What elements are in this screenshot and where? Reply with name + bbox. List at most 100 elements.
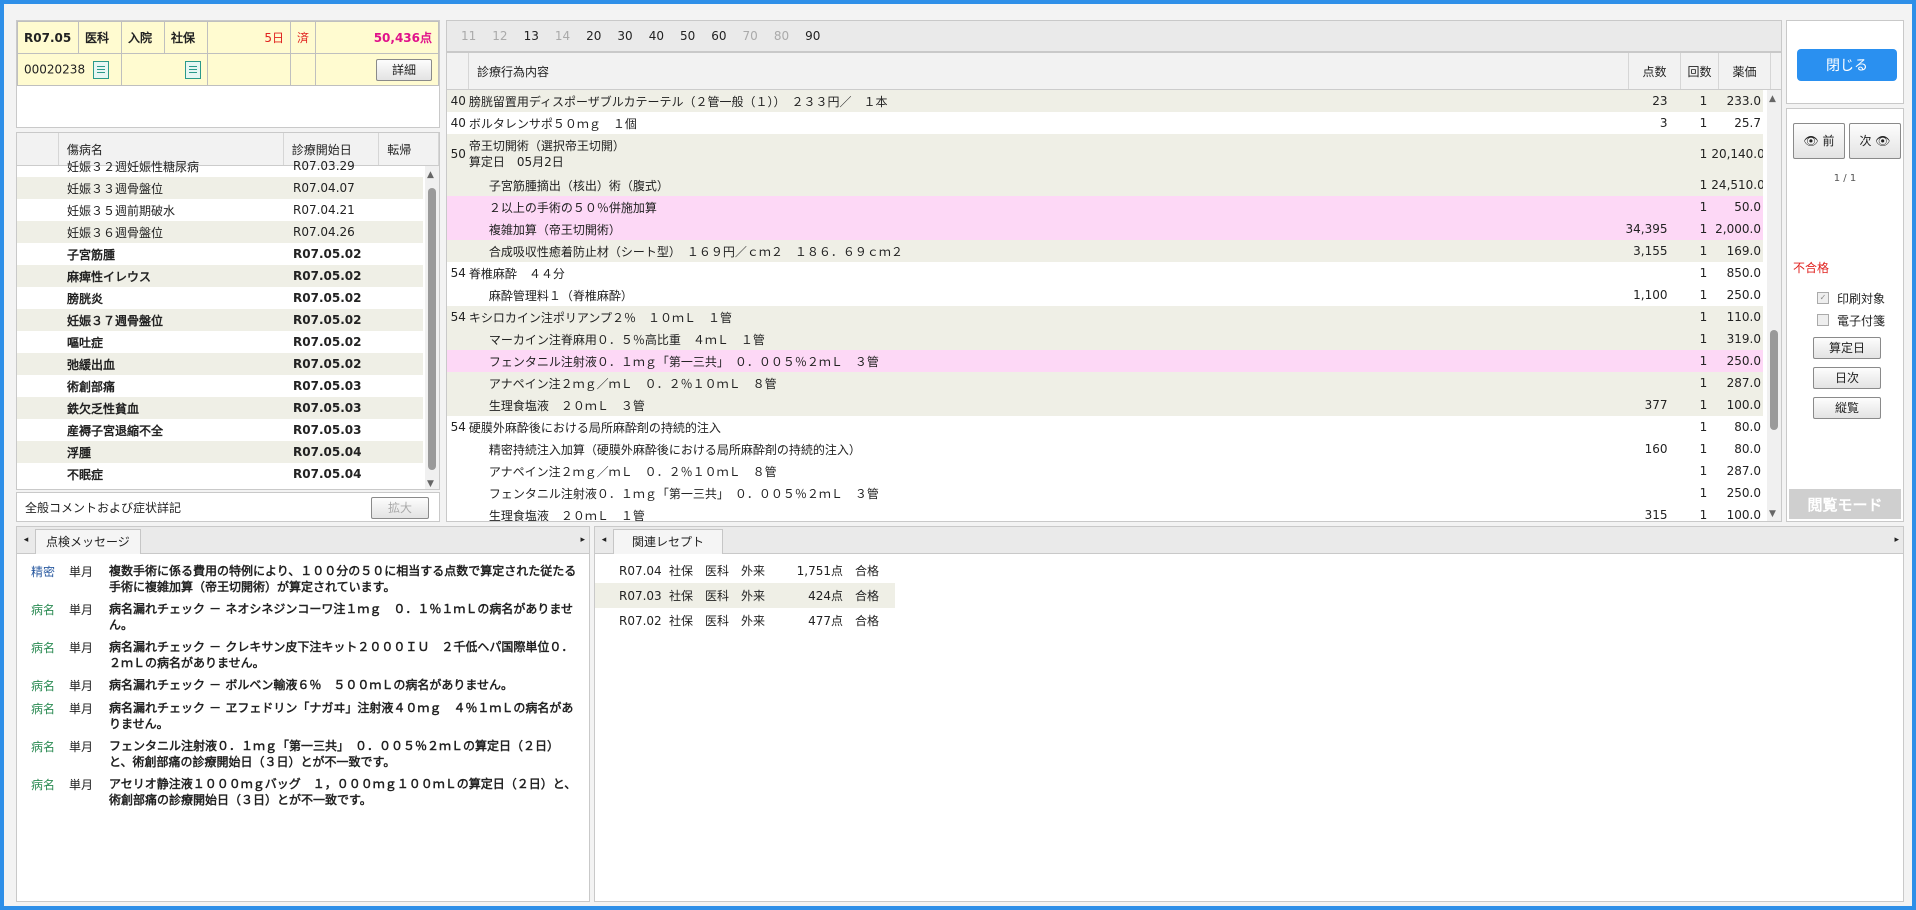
- view-mode-button[interactable]: 閲覧モード: [1789, 489, 1901, 519]
- related-receipt-panel: ◂ 関連レセプト ▸ R07.04 社保 医科 外来 1,751点 合格 R07.03 社保医…: [594, 526, 1904, 902]
- disease-row[interactable]: 妊娠３６週骨盤位 R07.04.26: [17, 221, 423, 243]
- order-text: 膀胱留置用ディスポーザブルカテーテル（２管一般（１）） ２３３円／ １本: [468, 94, 888, 109]
- close-button[interactable]: 閉じる: [1797, 49, 1897, 81]
- order-price: 233.0: [1726, 94, 1761, 108]
- disease-row[interactable]: 術創部痛 R07.05.03: [17, 375, 423, 397]
- order-row[interactable]: 生理食塩液 ２０ｍＬ ３管 377 1 100.0: [447, 394, 1763, 416]
- check-message[interactable]: 病名 単月 フェンタニル注射液０．１ｍｇ「第一三共」 ０．００５％２ｍＬの算定日（２…: [17, 735, 589, 773]
- scroll-down-icon[interactable]: ▼: [427, 479, 434, 489]
- col-times[interactable]: 回数: [1681, 53, 1719, 89]
- disease-row[interactable]: 妊娠３３週骨盤位 R07.04.07: [17, 177, 423, 199]
- category-tab[interactable]: 14: [555, 29, 570, 43]
- category-tab[interactable]: 13: [524, 29, 539, 43]
- order-row[interactable]: 複雑加算（帝王切開術） 34,395 1 2,000.0: [447, 218, 1763, 240]
- order-row[interactable]: 生理食塩液 ２０ｍＬ １管 315 1 100.0: [447, 504, 1763, 521]
- order-points: 34,395: [1625, 222, 1668, 236]
- detail-button[interactable]: 詳細: [376, 58, 432, 81]
- order-row[interactable]: マーカイン注脊麻用０．５％高比重 ４ｍＬ １管 1 319.0: [447, 328, 1763, 350]
- message-kind: 精密: [31, 565, 56, 579]
- related-receipt-row[interactable]: R07.03 社保 医科 外来 424点 合格: [595, 583, 895, 608]
- order-scrollbar[interactable]: ▲ ▼: [1767, 90, 1781, 521]
- document-icon[interactable]: [92, 60, 109, 79]
- tab-check-messages[interactable]: 点検メッセージ: [35, 528, 141, 554]
- check-message[interactable]: 精密 単月 複数手術に係る費用の特例により、１００分の５０に相当する点数で算定された…: [17, 560, 589, 598]
- related-receipt-row[interactable]: R07.04 社保 医科 外来 1,751点 合格: [595, 558, 1903, 583]
- order-row[interactable]: アナペイン注２ｍｇ／ｍＬ ０．２％１０ｍＬ ８管 1 287.0: [447, 372, 1763, 394]
- detail-cell: 詳細: [315, 53, 439, 86]
- category-tab[interactable]: 11: [461, 29, 476, 43]
- order-points: 160: [1644, 442, 1668, 456]
- order-row[interactable]: ２以上の手術の５０％併施加算 1 50.0: [447, 196, 1763, 218]
- check-message[interactable]: 病名 単月 病名漏れチェック － クレキサン皮下注キット２０００ＩＵ ２千低ヘパ国際…: [17, 636, 589, 674]
- tab-right-arrow-icon[interactable]: ▸: [1894, 535, 1899, 545]
- order-row[interactable]: 合成吸収性癒着防止材（シート型） １６９円／ｃｍ２ １８６．６９ｃｍ２ 3,155…: [447, 240, 1763, 262]
- disease-row[interactable]: 妊娠３７週骨盤位 R07.05.02: [17, 309, 423, 331]
- disease-row[interactable]: 弛緩出血 R07.05.02: [17, 353, 423, 375]
- order-price: 50.0: [1734, 200, 1761, 214]
- disease-row[interactable]: 妊娠３２週妊娠性糖尿病 R07.03.29: [17, 155, 423, 177]
- disease-row[interactable]: 妊娠３５週前期破水 R07.04.21: [17, 199, 423, 221]
- print-checkbox[interactable]: ✓ 印刷対象: [1817, 287, 1903, 309]
- order-row[interactable]: 54 キシロカイン注ポリアンプ２％ １０ｍＬ １管 1 110.0: [447, 306, 1763, 328]
- disease-row[interactable]: 産褥子宮退縮不全 R07.05.03: [17, 419, 423, 441]
- calc-date-button[interactable]: 算定日: [1813, 337, 1881, 359]
- category-tab[interactable]: 30: [617, 29, 632, 43]
- vertical-button[interactable]: 縦覧: [1813, 397, 1881, 419]
- col-points[interactable]: 点数: [1629, 53, 1681, 89]
- category-tab[interactable]: 70: [743, 29, 758, 43]
- order-row[interactable]: フェンタニル注射液０．１ｍｇ「第一三共」 ０．００５％２ｍＬ ３管 1 250.0: [447, 482, 1763, 504]
- category-tab[interactable]: 20: [586, 29, 601, 43]
- disease-name: 妊娠３７週骨盤位: [67, 313, 164, 328]
- related-receipt-row[interactable]: R07.02 社保 医科 外来 477点 合格: [595, 608, 1903, 633]
- order-row[interactable]: 50 帝王切開術（選択帝王切開） 算定日 05月2日 1 20,140.0: [447, 134, 1763, 174]
- disease-row[interactable]: 膀胱炎 R07.05.02: [17, 287, 423, 309]
- scroll-up-icon[interactable]: ▲: [1769, 94, 1776, 104]
- order-code: 50: [450, 147, 466, 161]
- disease-scrollbar[interactable]: ▲ ▼: [425, 166, 439, 489]
- order-row[interactable]: 40 ボルタレンサポ５０ｍｇ １個 3 1 25.7: [447, 112, 1763, 134]
- check-message[interactable]: 病名 単月 病名漏れチェック － ボルベン輸液６％ ５００ｍＬの病名がありません。: [17, 674, 589, 697]
- order-row[interactable]: 子宮筋腫摘出（核出）術（腹式） 1 24,510.0: [447, 174, 1763, 196]
- category-tab[interactable]: 50: [680, 29, 695, 43]
- category-tab[interactable]: 60: [711, 29, 726, 43]
- category-tab[interactable]: 90: [805, 29, 820, 43]
- disease-row[interactable]: 子宮筋腫 R07.05.02: [17, 243, 423, 265]
- category-tab[interactable]: 40: [649, 29, 664, 43]
- category-tab[interactable]: 80: [774, 29, 789, 43]
- order-row[interactable]: 精密持続注入加算（硬膜外麻酔後における局所麻酔剤の持続的注入） 160 1 80.0: [447, 438, 1763, 460]
- tab-left-arrow-icon[interactable]: ◂: [595, 535, 613, 545]
- order-row[interactable]: アナペイン注２ｍｇ／ｍＬ ０．２％１０ｍＬ ８管 1 287.0: [447, 460, 1763, 482]
- disease-row[interactable]: 不眠症 R07.05.04: [17, 463, 423, 485]
- tab-right-arrow-icon[interactable]: ▸: [580, 535, 585, 545]
- order-row[interactable]: フェンタニル注射液０．１ｍｇ「第一三共」 ０．００５％２ｍＬ ３管 1 250.0: [447, 350, 1763, 372]
- scroll-thumb[interactable]: [428, 188, 436, 470]
- tab-related-receipts[interactable]: 関連レセプト: [613, 528, 724, 554]
- prev-button[interactable]: 👁 前: [1793, 123, 1845, 159]
- order-row[interactable]: 麻酔管理料１（脊椎麻酔） 1,100 1 250.0: [447, 284, 1763, 306]
- check-message[interactable]: 病名 単月 病名漏れチェック － ネオシネジンコーワ注１ｍｇ ０．１％１ｍＬの病名が…: [17, 598, 589, 636]
- check-message[interactable]: 病名 単月 アセリオ静注液１０００ｍｇバッグ １，０００ｍｇ１００ｍＬの算定日（２日…: [17, 773, 589, 811]
- disease-row[interactable]: 浮腫 R07.05.04: [17, 441, 423, 463]
- scroll-up-icon[interactable]: ▲: [427, 170, 434, 180]
- scroll-thumb[interactable]: [1770, 330, 1778, 430]
- disease-row[interactable]: 鉄欠乏性貧血 R07.05.03: [17, 397, 423, 419]
- check-message[interactable]: 病名 単月 病名漏れチェック － ヱフェドリン「ナガヰ」注射液４０ｍｇ ４％１ｍＬの…: [17, 697, 589, 735]
- next-button[interactable]: 次 👁: [1849, 123, 1901, 159]
- expand-button[interactable]: 拡大: [371, 497, 429, 519]
- col-content[interactable]: 診療行為内容: [469, 53, 1629, 89]
- order-content: 脊椎麻酔 ４４分: [469, 265, 1622, 282]
- disease-row[interactable]: 嘔吐症 R07.05.02: [17, 331, 423, 353]
- related-points: 424点: [808, 589, 843, 603]
- disease-row[interactable]: 麻痺性イレウス R07.05.02: [17, 265, 423, 287]
- electronic-note-checkbox[interactable]: 電子付箋: [1817, 309, 1903, 331]
- daily-button[interactable]: 日次: [1813, 367, 1881, 389]
- close-panel: 閉じる: [1786, 20, 1904, 104]
- col-price[interactable]: 薬価: [1719, 53, 1771, 89]
- scroll-down-icon[interactable]: ▼: [1769, 509, 1776, 519]
- document-icon[interactable]: [185, 60, 201, 79]
- order-row[interactable]: 54 硬膜外麻酔後における局所麻酔剤の持続的注入 1 80.0: [447, 416, 1763, 438]
- order-row[interactable]: 40 膀胱留置用ディスポーザブルカテーテル（２管一般（１）） ２３３円／ １本 23…: [447, 90, 1763, 112]
- tab-left-arrow-icon[interactable]: ◂: [17, 535, 35, 545]
- category-tab[interactable]: 12: [492, 29, 507, 43]
- order-row[interactable]: 54 脊椎麻酔 ４４分 1 850.0: [447, 262, 1763, 284]
